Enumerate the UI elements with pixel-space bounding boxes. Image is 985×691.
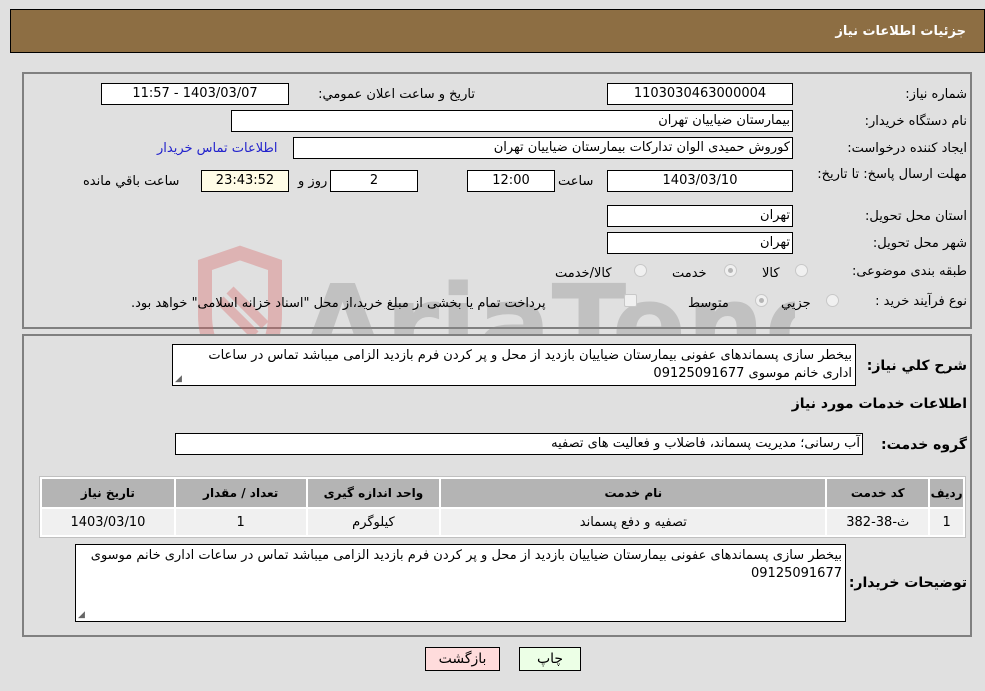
need-number-label: شماره نیاز: <box>905 87 967 102</box>
table-row: 1 ث-38-382 تصفیه و دفع پسماند کیلوگرم 1 … <box>42 509 963 535</box>
province-field: تهران <box>607 205 793 227</box>
category-option-goods-service: کالا/خدمت <box>555 266 612 281</box>
buyer-org-field: بیمارستان ضیاییان تهران <box>231 110 793 132</box>
category-radio-goods-service[interactable] <box>634 264 647 277</box>
resize-grip-icon[interactable]: ◢ <box>78 611 85 620</box>
creator-label: ایجاد کننده درخواست: <box>847 141 967 156</box>
process-radio-medium[interactable] <box>755 294 768 307</box>
category-label: طبقه بندی موضوعی: <box>851 264 967 279</box>
resize-grip-icon[interactable]: ◢ <box>175 375 182 384</box>
buyer-notes-textarea[interactable]: بیخطر سازی پسماندهای عفونی بیمارستان ضیا… <box>75 544 846 622</box>
deadline-time-label: ساعت <box>558 174 594 189</box>
col-need-date: تاریخ نیاز <box>42 479 174 507</box>
category-option-goods: کالا <box>762 266 780 281</box>
process-radio-minor[interactable] <box>826 294 839 307</box>
deadline-label: مهلت ارسال پاسخ: تا تاریخ: <box>817 167 967 182</box>
buyer-contact-link[interactable]: اطلاعات تماس خریدار <box>157 141 277 156</box>
col-quantity: تعداد / مقدار <box>175 479 306 507</box>
description-text: بیخطر سازی پسماندهای عفونی بیمارستان ضیا… <box>208 348 852 381</box>
remaining-label: ساعت باقي مانده <box>83 174 180 189</box>
back-button[interactable]: بازگشت <box>425 647 500 671</box>
cell-service-code: ث-38-382 <box>827 509 929 535</box>
announce-label: تاریخ و ساعت اعلان عمومي: <box>318 87 475 102</box>
process-option-minor: جزيي <box>781 296 811 311</box>
col-unit: واحد اندازه گیری <box>307 479 440 507</box>
cell-need-date: 1403/03/10 <box>42 509 174 535</box>
col-row-number: ردیف <box>930 479 963 507</box>
treasury-checkbox[interactable] <box>624 294 637 307</box>
process-label: نوع فرآیند خرید : <box>875 294 967 309</box>
cell-quantity: 1 <box>175 509 306 535</box>
col-service-code: کد خدمت <box>827 479 929 507</box>
creator-field: کوروش حمیدی الوان تدارکات بیمارستان ضیای… <box>293 137 793 159</box>
buyer-notes-text: بیخطر سازی پسماندهای عفونی بیمارستان ضیا… <box>90 548 842 581</box>
city-label: شهر محل تحویل: <box>872 236 967 251</box>
category-radio-service[interactable] <box>724 264 737 277</box>
description-textarea[interactable]: بیخطر سازی پسماندهای عفونی بیمارستان ضیا… <box>172 344 856 386</box>
services-table: ردیف کد خدمت نام خدمت واحد اندازه گیری ت… <box>39 476 966 538</box>
days-label: روز و <box>298 174 328 189</box>
cell-service-name: تصفیه و دفع پسماند <box>441 509 826 535</box>
services-section-title: اطلاعات خدمات مورد نیاز <box>791 396 967 412</box>
cell-row-number: 1 <box>930 509 963 535</box>
province-label: استان محل تحویل: <box>865 209 967 224</box>
service-group-label: گروه خدمت: <box>881 437 967 453</box>
treasury-checkbox-label: پرداخت تمام یا بخشی از مبلغ خرید،از محل … <box>131 296 546 311</box>
cell-unit: کیلوگرم <box>307 509 440 535</box>
days-remaining-field: 2 <box>330 170 418 192</box>
need-number-field: 1103030463000004 <box>607 83 793 105</box>
remaining-time-field: 23:43:52 <box>201 170 289 192</box>
process-option-medium: متوسط <box>688 296 729 311</box>
print-button[interactable]: چاپ <box>519 647 581 671</box>
description-label: شرح کلي نیاز: <box>866 358 967 374</box>
buyer-org-label: نام دستگاه خریدار: <box>864 114 967 129</box>
city-field: تهران <box>607 232 793 254</box>
deadline-time-field: 12:00 <box>467 170 555 192</box>
table-header-row: ردیف کد خدمت نام خدمت واحد اندازه گیری ت… <box>42 479 963 507</box>
category-option-service: خدمت <box>672 266 707 281</box>
page-title: جزئیات اطلاعات نیاز <box>835 24 966 39</box>
buyer-notes-label: توضیحات خریدار: <box>848 575 967 591</box>
page-header: جزئیات اطلاعات نیاز <box>10 9 985 53</box>
service-group-field: آب رسانی؛ مدیریت پسماند، فاضلاب و فعالیت… <box>175 433 863 455</box>
announce-datetime-field: 1403/03/07 - 11:57 <box>101 83 289 105</box>
col-service-name: نام خدمت <box>441 479 826 507</box>
category-radio-goods[interactable] <box>795 264 808 277</box>
deadline-date-field: 1403/03/10 <box>607 170 793 192</box>
